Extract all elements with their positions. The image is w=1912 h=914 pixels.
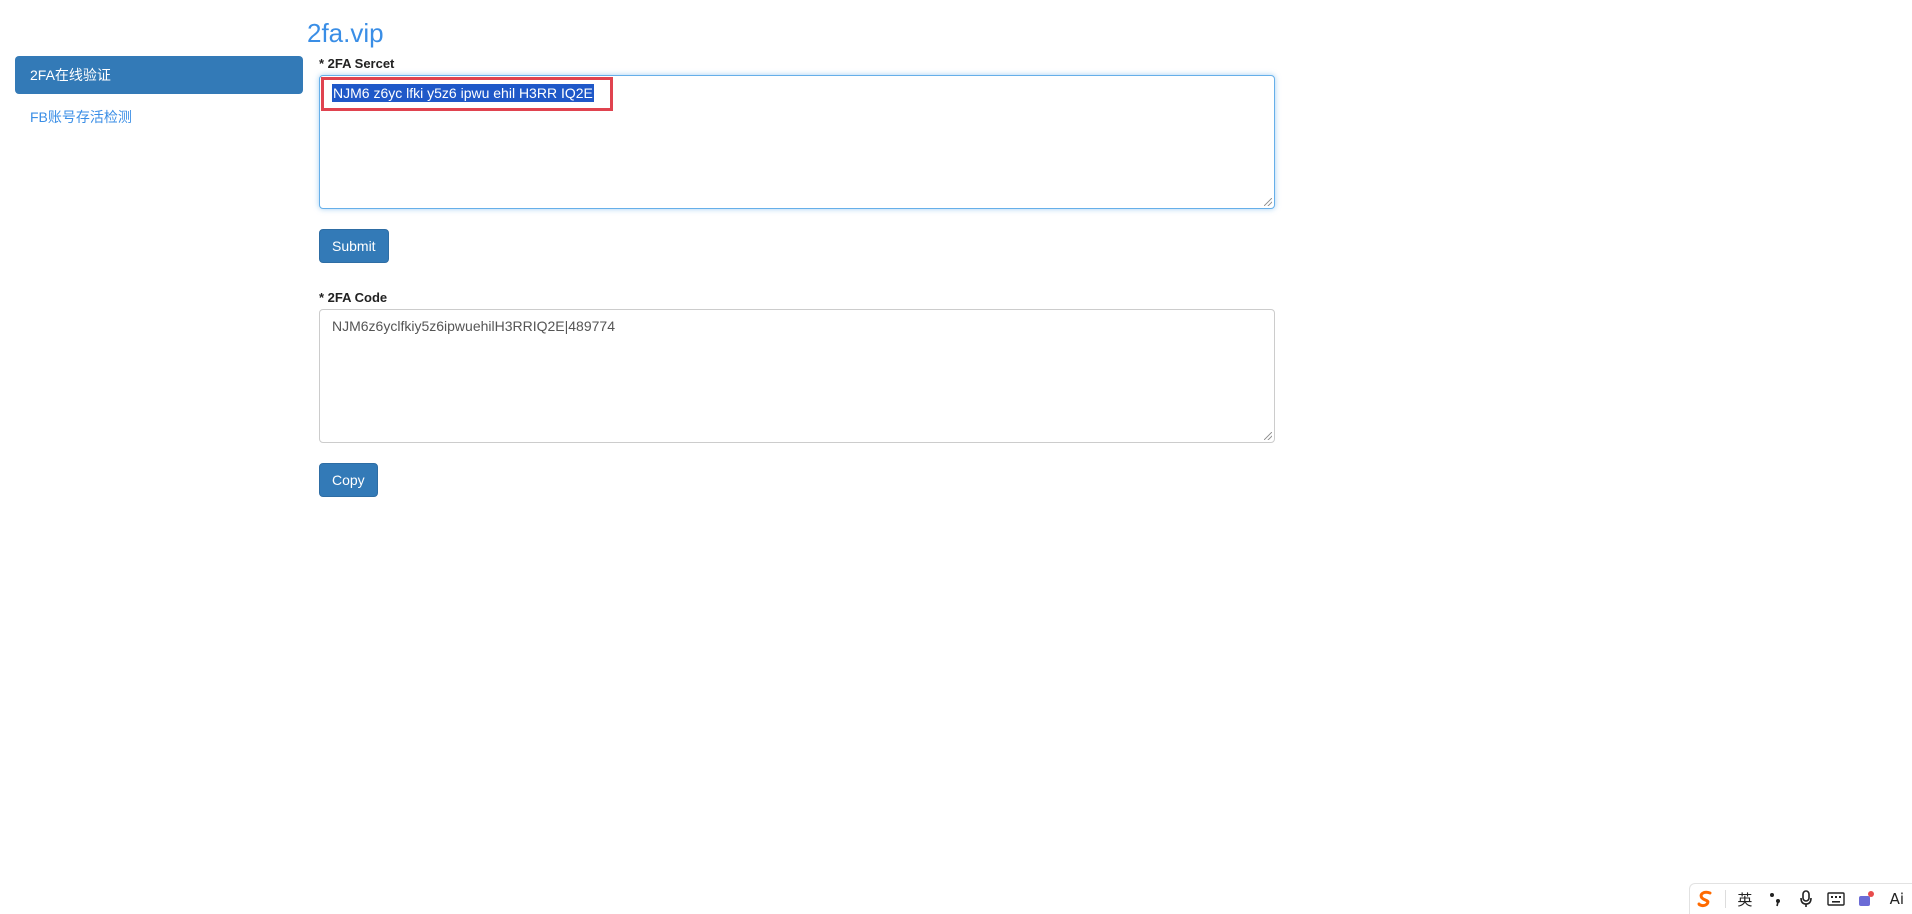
submit-button[interactable]: Submit	[319, 229, 389, 263]
microphone-icon[interactable]	[1795, 888, 1817, 910]
ime-toolbar: 英 Ai	[1689, 883, 1912, 914]
skin-icon[interactable]	[1855, 888, 1877, 910]
keyboard-icon[interactable]	[1825, 888, 1847, 910]
secret-textarea[interactable]: NJM6 z6yc lfki y5z6 ipwu ehil H3RR IQ2E	[319, 75, 1275, 209]
sidebar-item-2fa-verify[interactable]: 2FA在线验证	[15, 56, 303, 94]
sidebar: 2FA在线验证 FB账号存活检测	[15, 56, 303, 140]
copy-button[interactable]: Copy	[319, 463, 378, 497]
punctuation-icon[interactable]	[1764, 888, 1786, 910]
code-label: * 2FA Code	[319, 290, 388, 305]
code-textarea[interactable]: NJM6z6yclfkiy5z6ipwuehilH3RRIQ2E|489774	[319, 309, 1275, 443]
form-area: * 2FA Sercet NJM6 z6yc lfki y5z6 ipwu eh…	[319, 56, 1275, 497]
ai-icon[interactable]: Ai	[1886, 888, 1908, 910]
ime-separator	[1724, 890, 1726, 908]
secret-label: * 2FA Sercet	[319, 56, 395, 71]
site-title[interactable]: 2fa.vip	[307, 18, 384, 49]
resize-grip-icon[interactable]	[1264, 198, 1272, 206]
code-text: NJM6z6yclfkiy5z6ipwuehilH3RRIQ2E|489774	[332, 318, 615, 334]
sogou-logo-icon[interactable]	[1694, 888, 1716, 910]
resize-grip-icon[interactable]	[1264, 432, 1272, 440]
sidebar-item-fb-check[interactable]: FB账号存活检测	[15, 98, 303, 136]
language-toggle[interactable]: 英	[1734, 888, 1756, 910]
secret-selected-text: NJM6 z6yc lfki y5z6 ipwu ehil H3RR IQ2E	[332, 84, 594, 102]
